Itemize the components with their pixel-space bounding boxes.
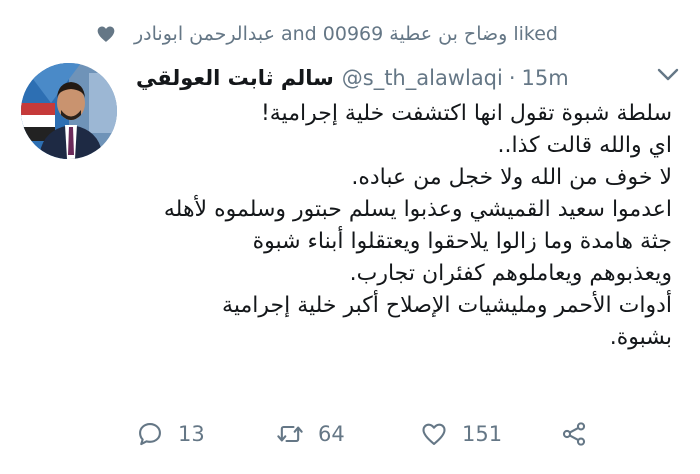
reply-count: 13: [178, 422, 205, 446]
profile-photo: [21, 63, 117, 159]
tweet-line: ويعذبوهم ويعاملوهم كفئران تجارب.: [349, 261, 672, 286]
tweet-header: سالم ثابت العولقي @s_th_alawlaqi · 15m: [136, 62, 569, 94]
tweet-text: سلطة شبوة تقول انها اكتشفت خلية إجرامية!…: [136, 98, 672, 354]
tweet-line: سلطة شبوة تقول انها اكتشفت خلية إجرامية!: [260, 101, 672, 126]
like-count: 151: [462, 422, 503, 446]
reply-icon: [139, 423, 161, 446]
share-button[interactable]: [560, 416, 588, 452]
retweet-icon: [277, 425, 303, 443]
tweet-line: جثة هامدة وما زالوا يلاحقوا ويعتقلوا أبن…: [252, 229, 672, 254]
tweet-line: لا خوف من الله ولا خجل من عباده.: [351, 165, 672, 190]
social-context[interactable]: عبدالرحمن ابونادر and وضاح بن عطية 00969…: [96, 22, 558, 46]
separator-dot: ·: [508, 66, 516, 90]
tweet-line: اعدموا سعيد القميشي وعذبوا يسلم حبتور وس…: [163, 197, 672, 222]
display-name[interactable]: سالم ثابت العولقي: [136, 66, 334, 90]
tweet-line: أدوات الأحمر ومليشيات الإصلاح أكبر خلية …: [222, 293, 672, 318]
timestamp[interactable]: 15m: [522, 66, 569, 90]
heart-icon: [97, 26, 115, 42]
retweet-button[interactable]: 64: [276, 416, 345, 452]
avatar[interactable]: [21, 63, 117, 159]
reply-button[interactable]: 13: [136, 416, 205, 452]
heart-outline-icon: [422, 423, 446, 445]
like-button[interactable]: 151: [420, 416, 502, 452]
share-icon: [562, 422, 586, 446]
tweet-actions: 13 64 151: [136, 416, 596, 452]
tweet-line: بشبوة.: [609, 325, 672, 350]
chevron-down-icon[interactable]: [657, 68, 679, 82]
retweet-count: 64: [318, 422, 345, 446]
social-context-text: عبدالرحمن ابونادر and وضاح بن عطية 00969…: [134, 23, 558, 45]
tweet-line: اي والله قالت كذا..: [497, 133, 672, 158]
user-handle[interactable]: @s_th_alawlaqi: [342, 66, 503, 90]
